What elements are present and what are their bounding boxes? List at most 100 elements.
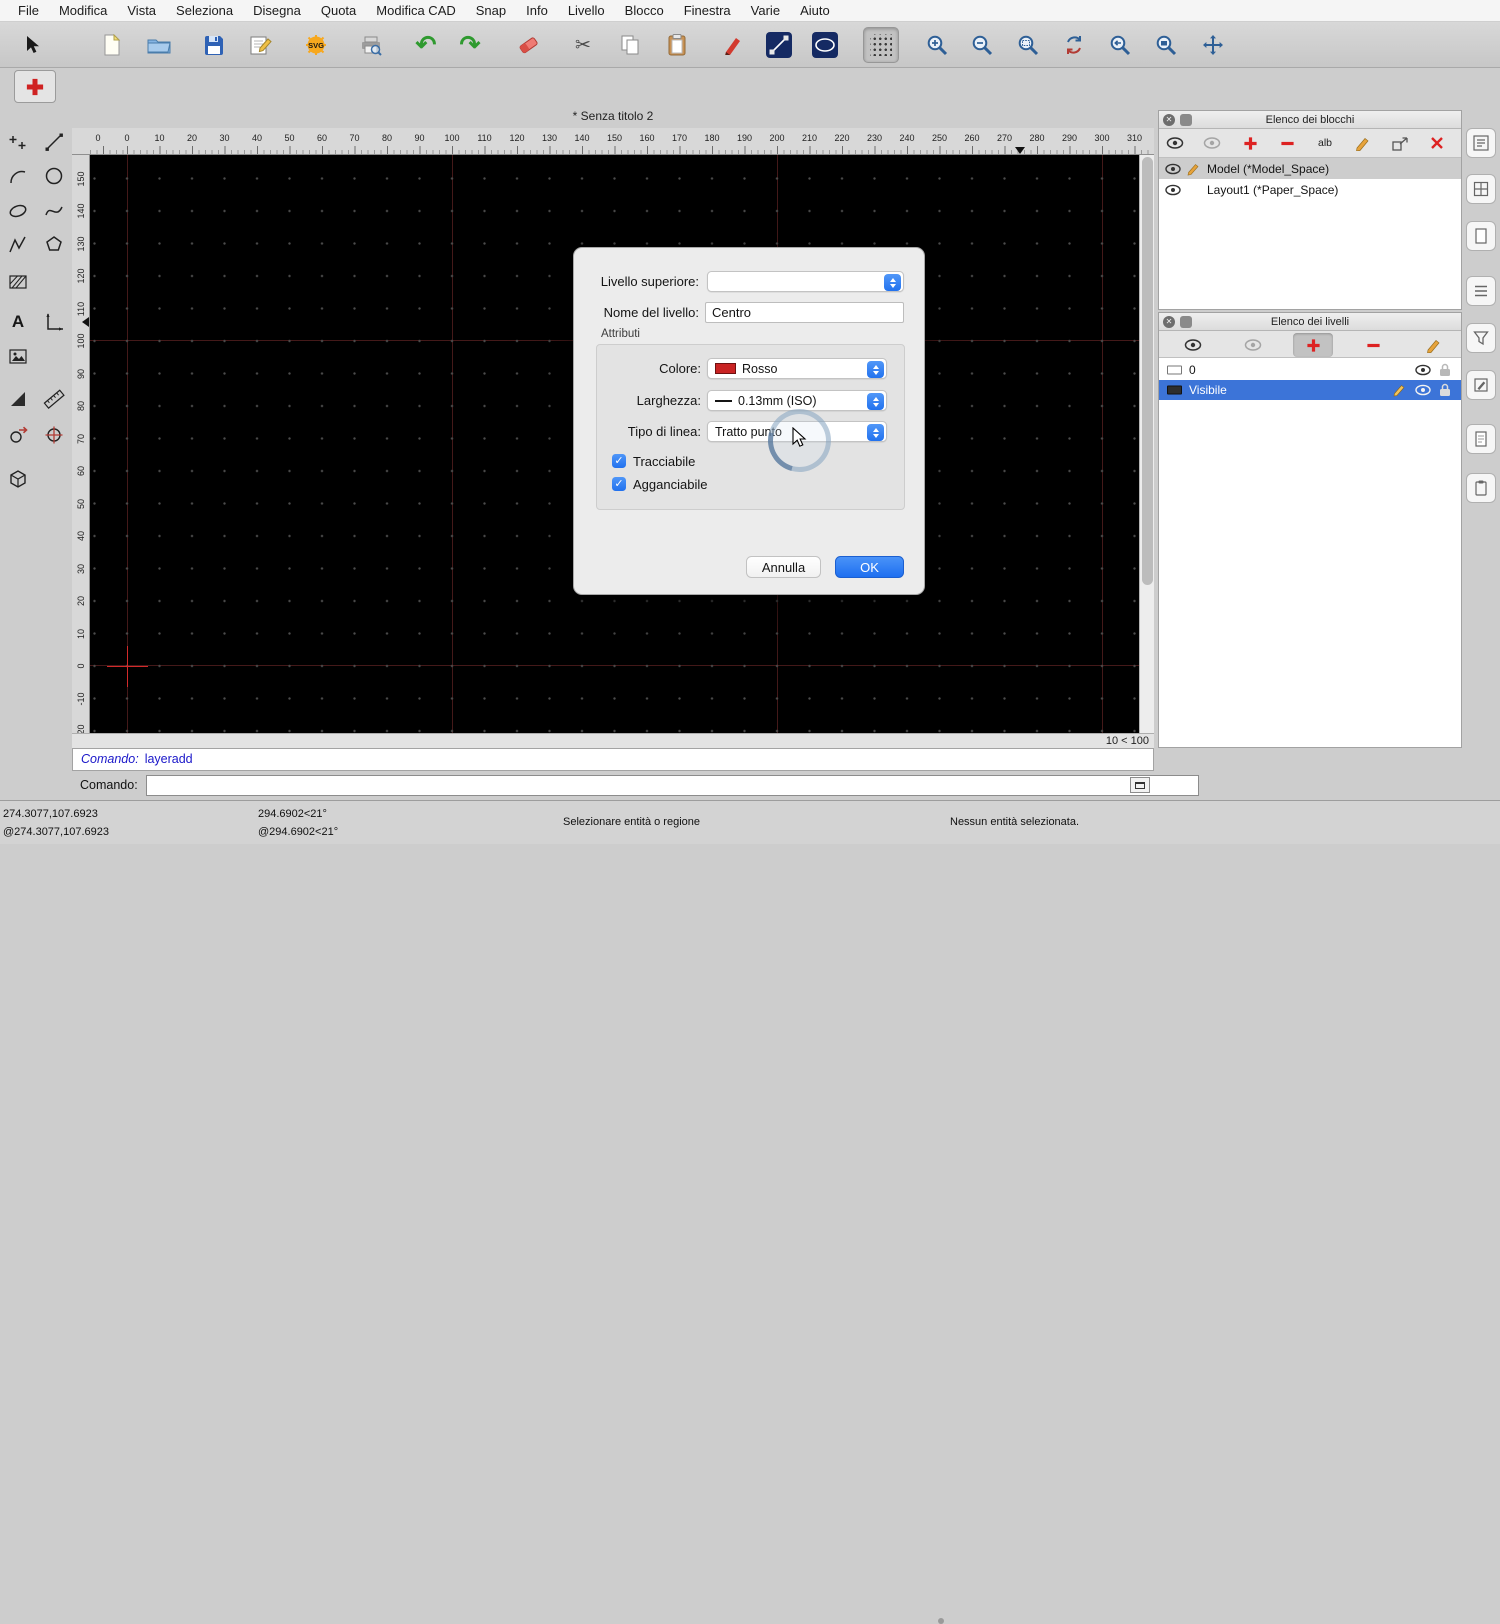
close-panel-icon[interactable]: ✕ — [1163, 316, 1175, 328]
modify-tool-button[interactable] — [2, 419, 34, 451]
layers-widget-toggle[interactable] — [1466, 174, 1496, 204]
add-layer-action-button[interactable] — [14, 70, 56, 103]
menu-item-livello[interactable]: Livello — [558, 3, 615, 18]
zoom-previous-button[interactable] — [1102, 27, 1138, 63]
menu-item-blocco[interactable]: Blocco — [615, 3, 674, 18]
list-widget-toggle[interactable] — [1466, 276, 1496, 306]
rename-block-button[interactable]: alb — [1312, 131, 1338, 155]
vertical-scrollbar[interactable] — [1139, 155, 1154, 733]
zoom-window-button[interactable] — [1148, 27, 1184, 63]
scrollbar-thumb[interactable] — [1142, 157, 1153, 585]
measure-tool-button[interactable] — [38, 383, 70, 415]
menu-item-file[interactable]: File — [8, 3, 49, 18]
filter-widget-toggle[interactable] — [1466, 323, 1496, 353]
delete-button[interactable] — [511, 27, 547, 63]
zoom-auto-button[interactable] — [1010, 27, 1046, 63]
command-input[interactable] — [146, 775, 1199, 796]
notes-widget-toggle[interactable] — [1466, 424, 1496, 454]
solid-3d-tool-button[interactable] — [2, 462, 34, 494]
insert-block-button[interactable] — [1387, 131, 1413, 155]
ellipse-tool-palette-button[interactable] — [2, 195, 34, 227]
hide-all-blocks-button[interactable] — [1199, 131, 1225, 155]
new-document-button[interactable] — [94, 27, 130, 63]
zoom-redraw-button[interactable] — [1056, 27, 1092, 63]
line-tool-button[interactable] — [761, 27, 797, 63]
zoom-pan-button[interactable] — [1195, 27, 1231, 63]
layer-lock-icon[interactable] — [1439, 363, 1451, 377]
edit-drawing-button[interactable] — [243, 27, 279, 63]
visibility-eye-icon[interactable] — [1165, 163, 1181, 174]
edit-block-button[interactable] — [1349, 131, 1375, 155]
detach-panel-icon[interactable] — [1180, 316, 1192, 328]
menu-item-varie[interactable]: Varie — [741, 3, 790, 18]
menu-item-disegna[interactable]: Disegna — [243, 3, 311, 18]
block-row-model[interactable]: Model (*Model_Space) — [1159, 158, 1461, 179]
layer-lock-icon[interactable] — [1439, 383, 1451, 397]
clipboard-widget-toggle[interactable] — [1466, 473, 1496, 503]
ellipse-tool-button[interactable] — [807, 27, 843, 63]
show-all-blocks-button[interactable] — [1162, 131, 1188, 155]
snap-tool-button[interactable] — [38, 419, 70, 451]
block-row-layout1[interactable]: Layout1 (*Paper_Space) — [1159, 179, 1461, 200]
traceable-checkbox[interactable] — [612, 454, 626, 468]
svg-export-button[interactable]: SVG — [298, 27, 334, 63]
menu-item-seleziona[interactable]: Seleziona — [166, 3, 243, 18]
add-layer-button[interactable] — [1293, 333, 1333, 357]
text-tool-button[interactable]: A — [2, 306, 34, 338]
paste-button[interactable] — [659, 27, 695, 63]
select-cursor-button[interactable] — [14, 27, 50, 63]
page-widget-toggle[interactable] — [1466, 221, 1496, 251]
undo-button[interactable]: ↶ — [408, 27, 444, 63]
menu-item-finestra[interactable]: Finestra — [674, 3, 741, 18]
layer-name-input[interactable] — [705, 302, 904, 323]
layer-visibility-icon[interactable] — [1415, 364, 1431, 376]
polyline-tool-button[interactable] — [2, 229, 34, 261]
save-button[interactable] — [196, 27, 232, 63]
menu-item-modifica[interactable]: Modifica — [49, 3, 117, 18]
copy-button[interactable] — [612, 27, 648, 63]
menu-item-quota[interactable]: Quota — [311, 3, 366, 18]
hide-all-layers-button[interactable] — [1233, 333, 1273, 357]
delete-block-button[interactable] — [1424, 131, 1450, 155]
points-tool-button[interactable] — [2, 126, 34, 158]
parent-layer-dropdown[interactable] — [707, 271, 904, 292]
menu-item-vista[interactable]: Vista — [117, 3, 166, 18]
spline-tool-button[interactable] — [38, 195, 70, 227]
menu-item-info[interactable]: Info — [516, 3, 558, 18]
hatch-tool-button[interactable] — [2, 266, 34, 298]
redo-button[interactable]: ↷ — [452, 27, 488, 63]
print-preview-button[interactable] — [353, 27, 389, 63]
zoom-out-button[interactable] — [964, 27, 1000, 63]
dimension-tool-button[interactable] — [38, 306, 70, 338]
visibility-eye-icon[interactable] — [1165, 184, 1181, 195]
add-block-button[interactable] — [1237, 131, 1263, 155]
circle-tool-button[interactable] — [38, 160, 70, 192]
menu-item-snap[interactable]: Snap — [466, 3, 516, 18]
grid-toggle-button[interactable] — [863, 27, 899, 63]
image-tool-button[interactable] — [2, 341, 34, 373]
layer-visibility-icon[interactable] — [1415, 384, 1431, 396]
menu-item-aiuto[interactable]: Aiuto — [790, 3, 840, 18]
remove-block-button[interactable] — [1274, 131, 1300, 155]
menu-item-modifica-cad[interactable]: Modifica CAD — [366, 3, 465, 18]
ok-button[interactable]: OK — [835, 556, 904, 578]
cut-button[interactable]: ✂ — [565, 27, 601, 63]
blocks-widget-toggle[interactable] — [1466, 128, 1496, 158]
show-all-layers-button[interactable] — [1173, 333, 1213, 357]
pen-properties-button[interactable] — [715, 27, 751, 63]
arc-tool-button[interactable] — [2, 160, 34, 192]
command-dock-button[interactable] — [1130, 777, 1150, 793]
snappable-checkbox[interactable] — [612, 477, 626, 491]
layer-row-visibile[interactable]: Visibile — [1159, 380, 1461, 400]
open-file-button[interactable] — [141, 27, 177, 63]
line-tool-palette-button[interactable] — [38, 126, 70, 158]
cancel-button[interactable]: Annulla — [746, 556, 821, 578]
annotate-widget-toggle[interactable] — [1466, 370, 1496, 400]
detach-panel-icon[interactable] — [1180, 114, 1192, 126]
close-panel-icon[interactable]: ✕ — [1163, 114, 1175, 126]
polygon-tool-button[interactable] — [38, 229, 70, 261]
layer-row-0[interactable]: 0 — [1159, 360, 1461, 380]
zoom-in-button[interactable] — [919, 27, 955, 63]
solid-fill-tool-button[interactable] — [2, 383, 34, 415]
color-dropdown[interactable]: Rosso — [707, 358, 887, 379]
